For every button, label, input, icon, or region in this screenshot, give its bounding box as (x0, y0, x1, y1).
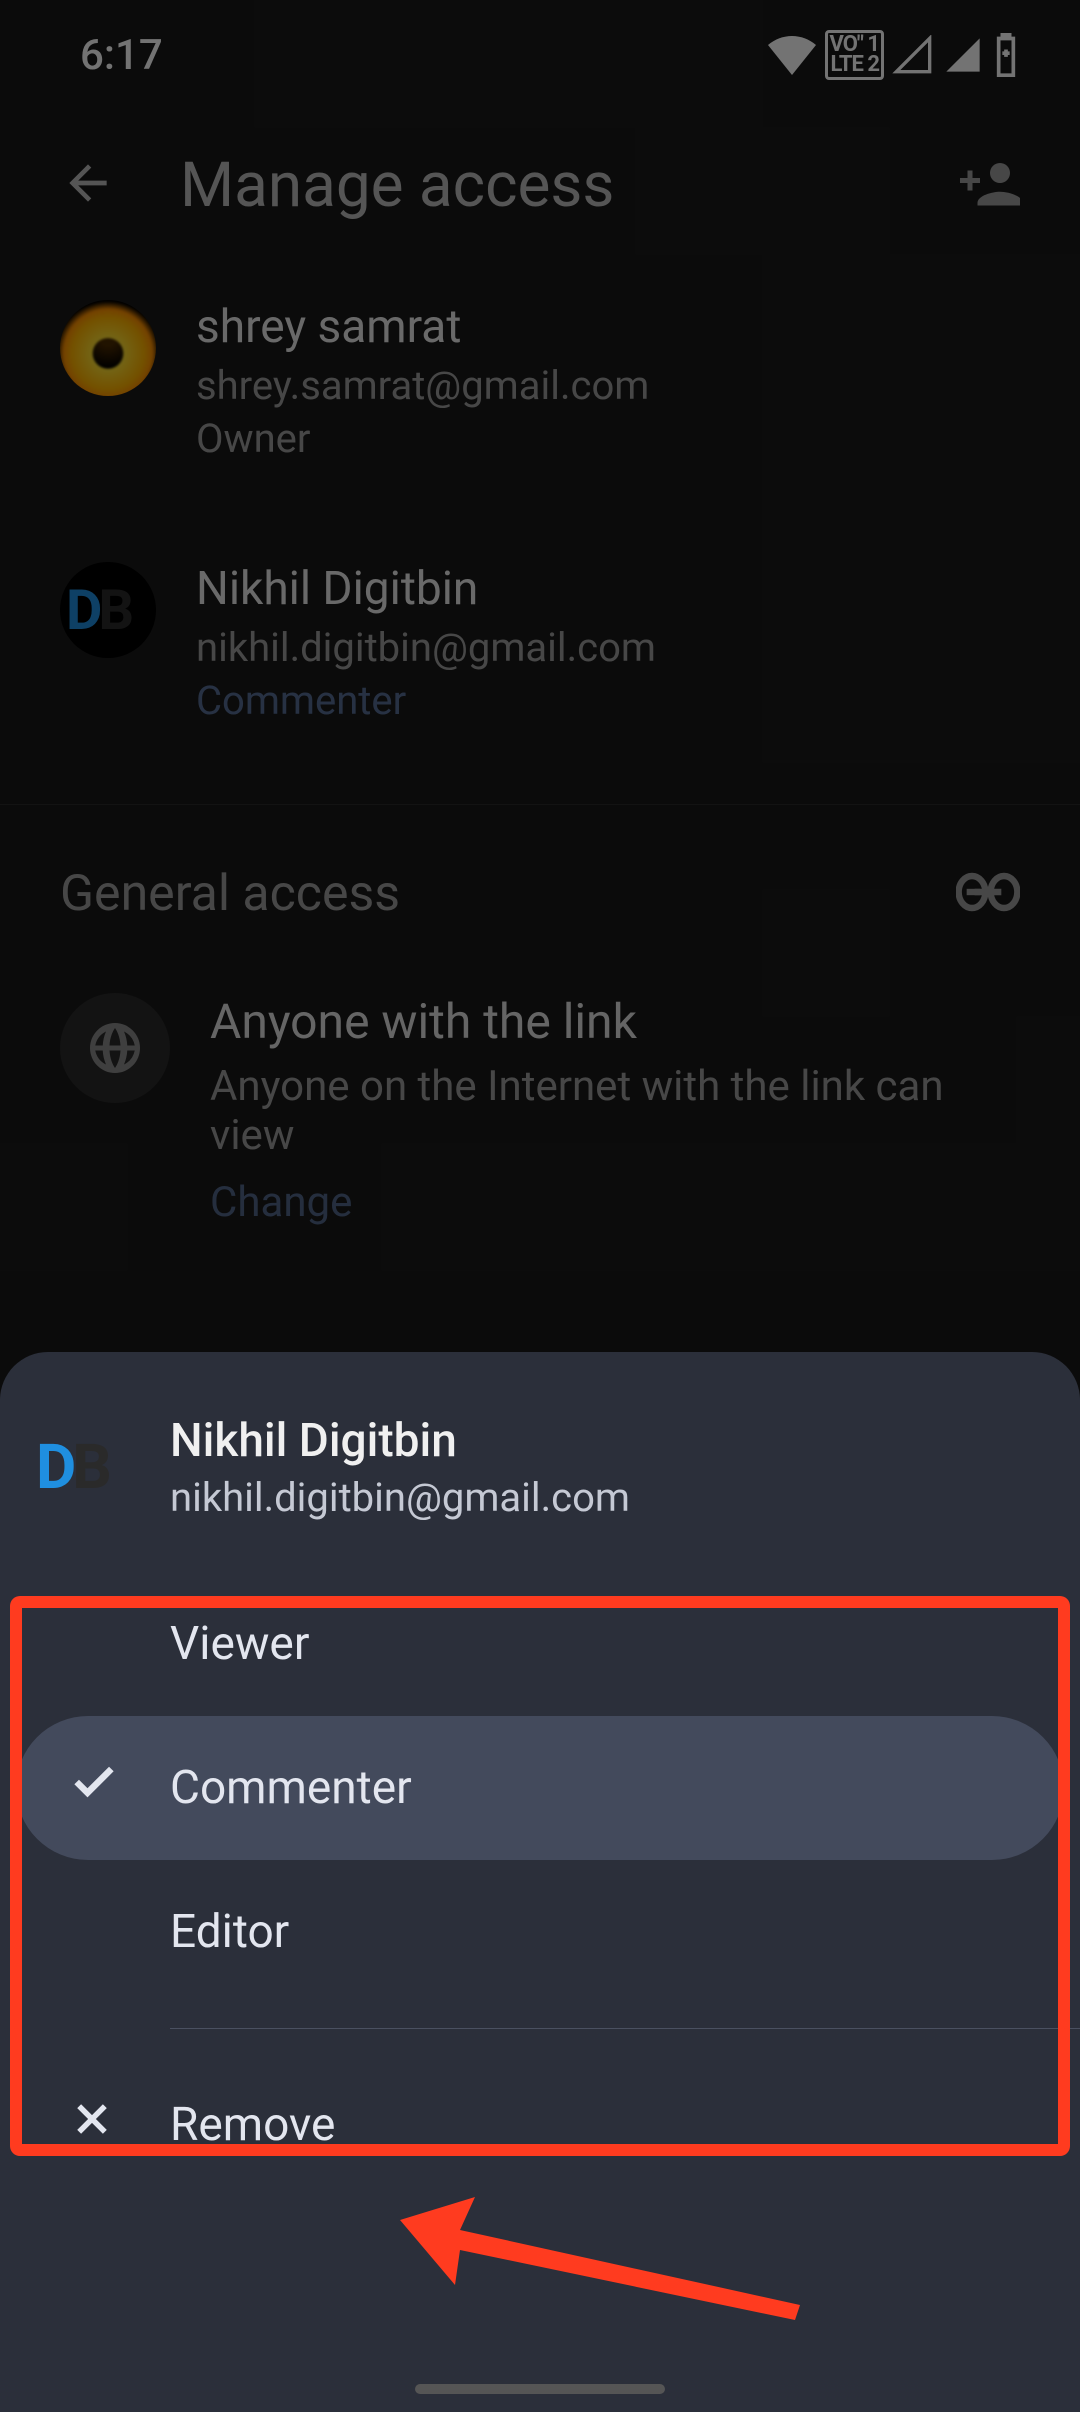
role-option-commenter[interactable]: Commenter (16, 1716, 1064, 1860)
role-option-viewer[interactable]: Viewer (0, 1572, 1080, 1716)
role-label: Viewer (170, 1617, 309, 1671)
role-label: Commenter (170, 1761, 412, 1815)
sheet-header: D B Nikhil Digitbin nikhil.digitbin@gmai… (0, 1352, 1080, 1572)
avatar: D B (30, 1412, 140, 1522)
avatar-letter-d: D (36, 1431, 76, 1504)
avatar-letter-b: B (72, 1431, 112, 1504)
sheet-person-info: Nikhil Digitbin nikhil.digitbin@gmail.co… (170, 1414, 630, 1521)
role-label: Editor (170, 1905, 289, 1959)
close-icon (70, 2097, 114, 2153)
role-option-editor[interactable]: Editor (0, 1860, 1080, 2004)
remove-label: Remove (170, 2098, 335, 2152)
role-bottom-sheet: D B Nikhil Digitbin nikhil.digitbin@gmai… (0, 1352, 1080, 2412)
sheet-person-name: Nikhil Digitbin (170, 1414, 630, 1468)
check-icon (68, 1756, 120, 1820)
sheet-person-email: nikhil.digitbin@gmail.com (170, 1474, 630, 1521)
remove-access-button[interactable]: Remove (0, 2065, 1080, 2185)
home-indicator (415, 2384, 665, 2394)
divider (170, 2028, 1080, 2029)
